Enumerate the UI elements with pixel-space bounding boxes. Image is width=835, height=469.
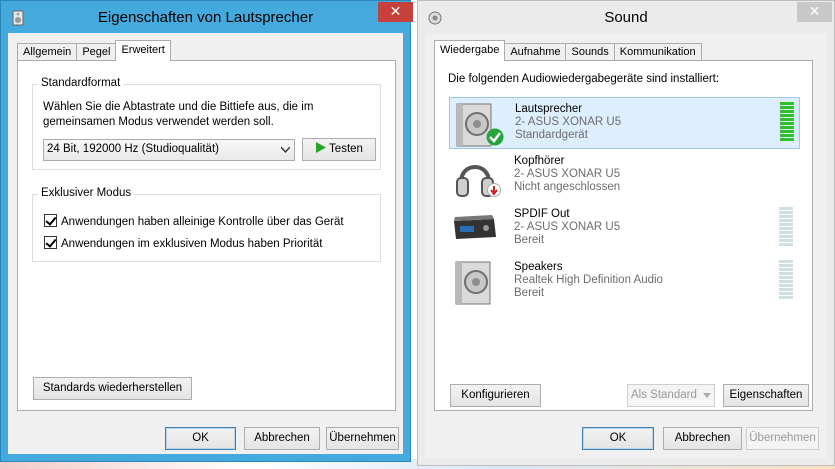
exclusive-control-checkbox[interactable] — [44, 214, 57, 227]
exclusive-control-option[interactable]: Anwendungen haben alleinige Kontrolle üb… — [44, 214, 344, 228]
format-dropdown[interactable]: 24 Bit, 192000 Hz (Studioqualität) — [43, 139, 295, 161]
standard-format-group: Standardformat Wählen Sie die Abtastrate… — [32, 77, 381, 170]
set-default-dropdown[interactable]: Als Standard — [627, 384, 715, 407]
close-button[interactable]: ✕ — [797, 2, 832, 22]
volume-meter — [779, 207, 793, 251]
tab-panel-wiedergabe: Die folgenden Audiowiedergabegeräte sind… — [434, 60, 813, 411]
default-check-icon — [486, 128, 504, 146]
titlebar[interactable]: Eigenschaften von Lautsprecher ✕ — [1, 1, 413, 35]
device-status: Bereit — [514, 234, 545, 246]
properties-button[interactable]: Eigenschaften — [723, 384, 809, 407]
device-row-kopfhoerer[interactable]: Kopfhörer 2- ASUS XONAR U5 Nicht angesch… — [449, 150, 800, 202]
unplugged-icon — [487, 183, 501, 197]
tab-allgemein[interactable]: Allgemein — [17, 43, 78, 61]
device-row-speakers[interactable]: Speakers Realtek High Definition Audio B… — [449, 256, 800, 308]
speaker-icon — [455, 261, 491, 305]
set-default-label: Als Standard — [631, 389, 697, 401]
ok-button[interactable]: OK — [165, 427, 236, 450]
sound-window: Sound ✕ Wiedergabe Aufnahme Sounds Kommu… — [417, 0, 835, 466]
volume-meter — [779, 260, 793, 304]
volume-meter — [780, 102, 794, 146]
tab-kommunikation[interactable]: Kommunikation — [613, 43, 702, 61]
device-row-lautsprecher[interactable]: Lautsprecher 2- ASUS XONAR U5 Standardge… — [449, 97, 800, 149]
device-name: Speakers — [514, 261, 563, 273]
window-title: Eigenschaften von Lautsprecher — [97, 9, 314, 26]
apply-button[interactable]: Übernehmen — [326, 427, 399, 450]
standard-format-description: Wählen Sie die Abtastrate und die Bittie… — [43, 101, 314, 128]
device-name: Kopfhörer — [514, 155, 565, 167]
tab-pegel[interactable]: Pegel — [76, 43, 117, 61]
tab-panel-erweitert: Standardformat Wählen Sie die Abtastrate… — [17, 60, 396, 411]
apply-button[interactable]: Übernehmen — [746, 427, 819, 450]
device-driver: Realtek High Definition Audio — [514, 274, 663, 286]
configure-button[interactable]: Konfigurieren — [450, 384, 541, 407]
tab-strip: Wiedergabe Aufnahme Sounds Kommunikation — [434, 40, 702, 61]
tab-strip: Allgemein Pegel Erweitert — [17, 40, 171, 61]
device-driver: 2- ASUS XONAR U5 — [514, 221, 621, 233]
tab-sounds[interactable]: Sounds — [565, 43, 615, 61]
play-icon — [316, 142, 327, 153]
standard-format-legend: Standardformat — [38, 77, 124, 89]
test-button[interactable]: Testen — [302, 138, 376, 161]
tab-erweitert[interactable]: Erweitert — [115, 40, 171, 61]
spdif-device-icon — [454, 215, 496, 239]
device-list[interactable]: Lautsprecher 2- ASUS XONAR U5 Standardge… — [449, 97, 800, 367]
device-name: Lautsprecher — [515, 103, 583, 115]
window-title: Sound — [604, 9, 648, 26]
chevron-down-icon — [703, 393, 711, 398]
device-driver: 2- ASUS XONAR U5 — [514, 168, 621, 180]
dialog-client-area: Wiedergabe Aufnahme Sounds Kommunikation… — [425, 33, 827, 458]
test-button-label: Testen — [329, 143, 363, 155]
device-status: Standardgerät — [515, 129, 588, 141]
exclusive-priority-label: Anwendungen im exklusiven Modus haben Pr… — [61, 238, 323, 250]
close-button[interactable]: ✕ — [378, 2, 413, 22]
exclusive-mode-legend: Exklusiver Modus — [38, 187, 135, 199]
exclusive-control-label: Anwendungen haben alleinige Kontrolle üb… — [61, 216, 344, 228]
device-driver: 2- ASUS XONAR U5 — [515, 116, 622, 128]
dialog-client-area: Allgemein Pegel Erweitert Standardformat… — [8, 33, 403, 454]
cancel-button[interactable]: Abbrechen — [244, 427, 320, 450]
device-row-spdif-out[interactable]: SPDIF Out 2- ASUS XONAR U5 Bereit — [449, 203, 800, 255]
ok-button[interactable]: OK — [582, 427, 654, 450]
chevron-down-icon — [281, 147, 290, 153]
device-status: Nicht angeschlossen — [514, 181, 621, 193]
speaker-properties-window: Eigenschaften von Lautsprecher ✕ Allgeme… — [0, 0, 413, 462]
format-dropdown-value: 24 Bit, 192000 Hz (Studioqualität) — [47, 143, 219, 155]
device-status: Bereit — [514, 287, 545, 299]
tab-aufnahme[interactable]: Aufnahme — [504, 43, 567, 61]
titlebar[interactable]: Sound ✕ — [418, 1, 834, 35]
tab-wiedergabe[interactable]: Wiedergabe — [434, 40, 506, 61]
cancel-button[interactable]: Abbrechen — [663, 427, 742, 450]
exclusive-priority-option[interactable]: Anwendungen im exklusiven Modus haben Pr… — [44, 236, 322, 250]
exclusive-priority-checkbox[interactable] — [44, 236, 57, 249]
exclusive-mode-group: Exklusiver Modus Anwendungen haben allei… — [32, 187, 381, 262]
device-list-intro: Die folgenden Audiowiedergabegeräte sind… — [448, 73, 720, 85]
device-name: SPDIF Out — [514, 208, 570, 220]
restore-defaults-button[interactable]: Standards wiederherstellen — [33, 377, 192, 400]
